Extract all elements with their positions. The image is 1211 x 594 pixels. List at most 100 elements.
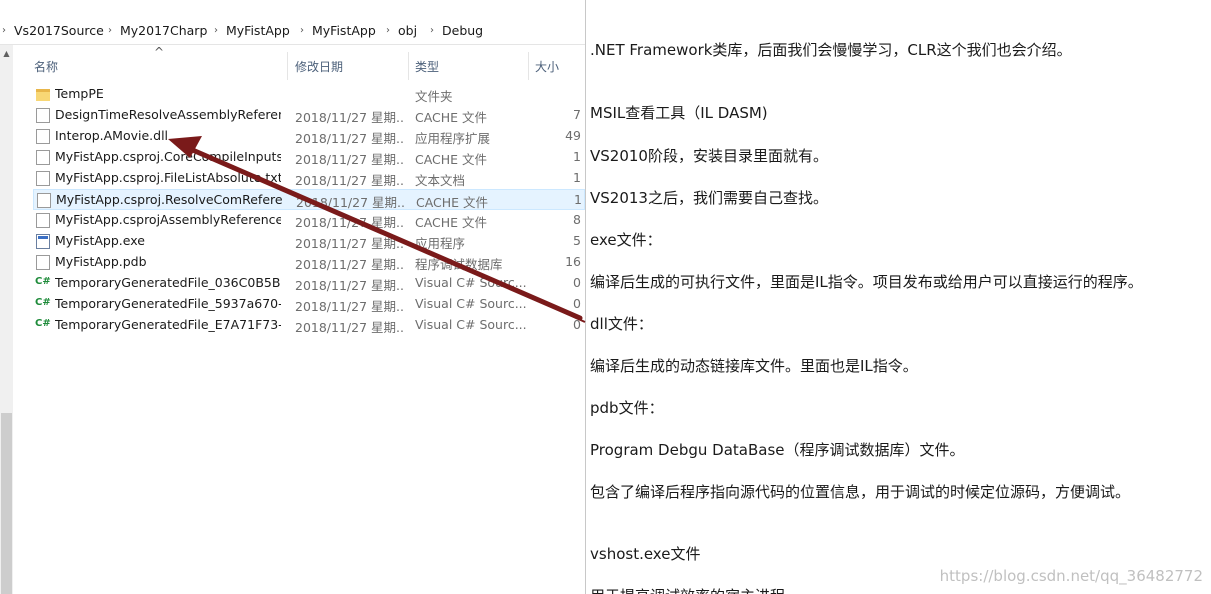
- file-date: 2018/11/27 星期...: [295, 110, 405, 125]
- file-size: 49: [565, 128, 581, 143]
- column-divider[interactable]: [528, 52, 529, 80]
- article-paragraph: Program Debgu DataBase（程序调试数据库）文件。: [590, 441, 965, 459]
- folder-icon: [36, 89, 50, 101]
- chevron-right-icon[interactable]: ›: [300, 25, 304, 36]
- file-date: 2018/11/27 星期...: [295, 299, 405, 314]
- article-text-pane: .NET Framework类库，后面我们会慢慢学习，CLR这个我们也会介绍。 M…: [586, 0, 1211, 594]
- column-header-type[interactable]: 类型: [415, 58, 439, 75]
- file-name: MyFistApp.csproj.ResolveComRefere...: [56, 192, 282, 207]
- chevron-right-icon[interactable]: ›: [108, 25, 112, 36]
- file-type: Visual C# Sourc...: [415, 317, 527, 332]
- article-paragraph: dll文件：: [590, 315, 653, 333]
- column-header-name[interactable]: 名称: [34, 58, 58, 75]
- file-date: 2018/11/27 星期...: [296, 195, 406, 210]
- vertical-scrollbar[interactable]: ▲: [0, 45, 13, 594]
- file-type: CACHE 文件: [415, 110, 488, 125]
- file-icon: [36, 213, 50, 228]
- screenshot-canvas: › Vs2017Source › My2017Charp › MyFistApp…: [0, 0, 1211, 594]
- file-size: 1: [574, 192, 582, 207]
- column-header-date[interactable]: 修改日期: [295, 58, 343, 75]
- file-type: Visual C# Sourc...: [415, 296, 527, 311]
- file-size: 7: [573, 107, 581, 122]
- file-row[interactable]: C# TemporaryGeneratedFile_5937a670-0... 20…: [33, 294, 585, 315]
- column-headers: ^ 名称 修改日期 类型 大小: [13, 45, 585, 83]
- breadcrumb-item[interactable]: MyFistApp: [226, 23, 290, 38]
- breadcrumb-item[interactable]: Debug: [442, 23, 483, 38]
- file-row[interactable]: C# TemporaryGeneratedFile_036C0B5B-... 201…: [33, 273, 585, 294]
- article-paragraph: 用于提高调试效率的宿主进程: [590, 585, 785, 594]
- file-size: 1: [573, 149, 581, 164]
- chevron-right-icon[interactable]: ›: [386, 25, 390, 36]
- chevron-right-icon[interactable]: ›: [214, 25, 218, 36]
- article-paragraph: 编译后生成的动态链接库文件。里面也是IL指令。: [590, 357, 918, 375]
- file-row[interactable]: TempPE 文件夹: [33, 84, 585, 105]
- file-name: TempPE: [55, 86, 104, 101]
- file-name: Interop.AMovie.dll: [55, 128, 169, 143]
- scroll-up-arrow-icon[interactable]: ▲: [0, 45, 13, 63]
- sort-ascending-icon: ^: [154, 45, 165, 59]
- file-type: 文件夹: [415, 89, 453, 104]
- pdb-file-icon: [36, 255, 50, 270]
- file-type: Visual C# Sourc...: [415, 275, 527, 290]
- file-name: MyFistApp.csprojAssemblyReference....: [55, 212, 281, 227]
- file-row[interactable]: MyFistApp.csproj.CoreCompileInputs... 201…: [33, 147, 585, 168]
- file-type: 文本文档: [415, 173, 466, 188]
- file-row[interactable]: MyFistApp.csprojAssemblyReference.... 201…: [33, 210, 585, 231]
- file-date: 2018/11/27 星期...: [295, 173, 405, 188]
- article-paragraph: VS2013之后，我们需要自己查找。: [590, 189, 828, 207]
- article-paragraph: VS2010阶段，安装目录里面就有。: [590, 147, 828, 165]
- file-date: 2018/11/27 星期...: [295, 236, 405, 251]
- file-icon: [37, 193, 51, 208]
- file-name: DesignTimeResolveAssemblyReferen...: [55, 107, 281, 122]
- file-name: MyFistApp.csproj.CoreCompileInputs...: [55, 149, 281, 164]
- file-row[interactable]: MyFistApp.pdb 2018/11/27 星期... 程序调试数据库 16: [33, 252, 585, 273]
- file-date: 2018/11/27 星期...: [295, 131, 405, 146]
- file-row[interactable]: MyFistApp.csproj.FileListAbsolute.txt 201…: [33, 168, 585, 189]
- file-type: 应用程序扩展: [415, 131, 491, 146]
- scrollbar-thumb[interactable]: [1, 413, 12, 594]
- file-icon: [36, 150, 50, 165]
- file-size: 8: [573, 212, 581, 227]
- breadcrumb: › Vs2017Source › My2017Charp › MyFistApp…: [0, 19, 585, 45]
- article-paragraph: 编译后生成的可执行文件，里面是IL指令。项目发布或给用户可以直接运行的程序。: [590, 273, 1143, 291]
- column-divider[interactable]: [408, 52, 409, 80]
- watermark-text: https://blog.csdn.net/qq_36482772: [939, 567, 1203, 585]
- breadcrumb-item[interactable]: MyFistApp: [312, 23, 376, 38]
- exe-file-icon: [36, 234, 50, 249]
- file-size: 16: [565, 254, 581, 269]
- file-date: 2018/11/27 星期...: [295, 215, 405, 230]
- file-row[interactable]: DesignTimeResolveAssemblyReferen... 2018/…: [33, 105, 585, 126]
- file-name: TemporaryGeneratedFile_5937a670-0...: [55, 296, 281, 311]
- article-paragraph: exe文件：: [590, 231, 662, 249]
- file-explorer-pane: › Vs2017Source › My2017Charp › MyFistApp…: [0, 0, 585, 594]
- breadcrumb-item[interactable]: obj: [398, 23, 417, 38]
- file-date: 2018/11/27 星期...: [295, 278, 405, 293]
- file-size: 0: [573, 296, 581, 311]
- file-type: CACHE 文件: [416, 195, 489, 210]
- file-row[interactable]: MyFistApp.csproj.ResolveComRefere... 2018…: [33, 189, 585, 210]
- column-header-size[interactable]: 大小: [535, 58, 559, 75]
- article-paragraph: pdb文件：: [590, 399, 664, 417]
- article-paragraph: 包含了编译后程序指向源代码的位置信息，用于调试的时候定位源码，方便调试。: [590, 483, 1131, 501]
- file-name: MyFistApp.csproj.FileListAbsolute.txt: [55, 170, 281, 185]
- file-type: 程序调试数据库: [415, 257, 503, 272]
- file-date: 2018/11/27 星期...: [295, 257, 405, 272]
- column-divider[interactable]: [287, 52, 288, 80]
- chevron-right-icon: ›: [2, 25, 6, 36]
- file-row[interactable]: C# TemporaryGeneratedFile_E7A71F73-0... 20…: [33, 315, 585, 336]
- file-name: TemporaryGeneratedFile_E7A71F73-0...: [55, 317, 281, 332]
- csharp-file-icon: C#: [35, 297, 51, 308]
- article-paragraph: vshost.exe文件: [590, 545, 701, 563]
- text-file-icon: [36, 171, 50, 186]
- file-size: 5: [573, 233, 581, 248]
- file-row[interactable]: MyFistApp.exe 2018/11/27 星期... 应用程序 5: [33, 231, 585, 252]
- file-size: 0: [573, 275, 581, 290]
- file-name: MyFistApp.pdb: [55, 254, 147, 269]
- chevron-right-icon[interactable]: ›: [430, 25, 434, 36]
- file-name: TemporaryGeneratedFile_036C0B5B-...: [55, 275, 281, 290]
- file-size: 0: [573, 317, 581, 332]
- breadcrumb-item[interactable]: My2017Charp: [120, 23, 207, 38]
- file-row[interactable]: Interop.AMovie.dll 2018/11/27 星期... 应用程序扩展…: [33, 126, 585, 147]
- dll-file-icon: [36, 129, 50, 144]
- breadcrumb-item[interactable]: Vs2017Source: [14, 23, 104, 38]
